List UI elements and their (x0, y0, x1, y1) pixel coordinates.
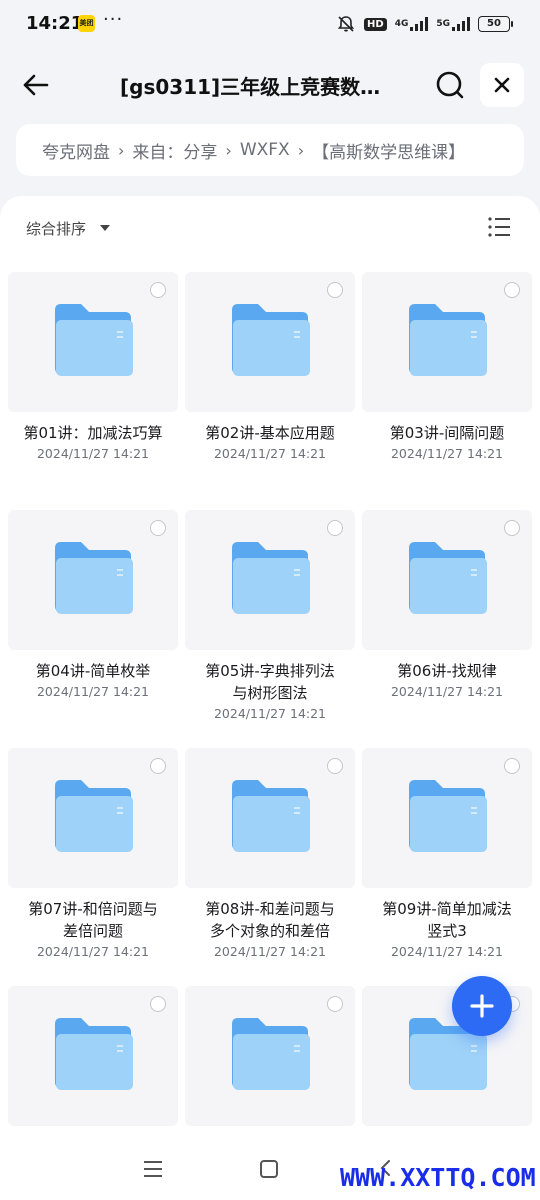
folder-date: 2024/11/27 14:21 (213, 706, 327, 721)
select-radio[interactable] (150, 758, 166, 774)
folder-card[interactable] (362, 510, 532, 650)
folder-name: 第01讲：加减法巧算 (23, 424, 163, 442)
folder-card[interactable] (185, 986, 355, 1126)
battery-icon: 50 (478, 16, 513, 32)
home-square-icon[interactable] (258, 1158, 280, 1180)
folder-card[interactable] (362, 748, 532, 888)
folder-date: 2024/11/27 14:21 (36, 446, 150, 461)
folder-name: 竖式3 (427, 922, 467, 940)
hd-voice-badge: HD (364, 17, 387, 31)
select-radio[interactable] (504, 758, 520, 774)
search-button[interactable] (430, 65, 470, 105)
folder-name: 与树形图法 (232, 684, 308, 702)
search-icon (436, 71, 464, 99)
recents-menu-icon[interactable] (140, 1158, 166, 1180)
folder-icon (232, 780, 310, 852)
list-view-button[interactable] (484, 214, 514, 240)
folder-name: 差倍问题 (62, 922, 123, 940)
folder-card[interactable] (185, 510, 355, 650)
add-button[interactable] (452, 976, 512, 1036)
folder-icon (55, 542, 133, 614)
status-bar: 14:21 美团 ··· HD 4G 5G 50 (0, 0, 540, 50)
chevron-right-icon: › (225, 140, 232, 160)
breadcrumb-item-share[interactable]: 来自：分享 (132, 138, 217, 163)
sort-dropdown[interactable]: 综合排序 (26, 218, 86, 239)
folder-date: 2024/11/27 14:21 (390, 944, 504, 959)
file-list-panel: 综合排序 第01讲：加减法巧算 2024/11/27 14:21 第02讲-基本应用… (0, 196, 540, 1200)
folder-name: 第02讲-基本应用题 (205, 424, 335, 442)
select-radio[interactable] (327, 520, 343, 536)
folder-name: 第04讲-简单枚举 (35, 662, 151, 680)
folder-icon (409, 304, 487, 376)
folder-date: 2024/11/27 14:21 (36, 684, 150, 699)
page-title: [gs0311]三年级上竞赛数… (120, 75, 381, 99)
folder-name: 第05讲-字典排列法 (205, 662, 335, 680)
select-radio[interactable] (504, 282, 520, 298)
folder-card[interactable] (8, 272, 178, 412)
select-radio[interactable] (150, 520, 166, 536)
select-radio[interactable] (327, 758, 343, 774)
sort-bar: 综合排序 (0, 196, 540, 258)
network-5g-label: 5G (436, 19, 450, 29)
breadcrumb-item-current[interactable]: 【高斯数学思维课】 (312, 138, 465, 163)
close-icon (494, 77, 510, 93)
top-bar: [gs0311]三年级上竞赛数… (0, 55, 540, 115)
chevron-right-icon: › (118, 140, 125, 160)
folder-date: 2024/11/27 14:21 (390, 446, 504, 461)
folder-card[interactable] (185, 748, 355, 888)
folder-icon (232, 304, 310, 376)
select-radio[interactable] (327, 282, 343, 298)
network-4g-label: 4G (394, 19, 409, 29)
status-time: 14:21 (26, 13, 84, 34)
silent-bell-icon (337, 16, 355, 32)
folder-name: 第09讲-简单加减法 (382, 900, 512, 918)
select-radio[interactable] (327, 996, 343, 1012)
folder-date: 2024/11/27 14:21 (36, 944, 150, 959)
folder-icon (232, 542, 310, 614)
signal-strength-icon (410, 17, 429, 31)
folder-name: 多个对象的和差倍 (209, 922, 330, 940)
arrow-left-icon (23, 74, 49, 96)
folder-name: 第06讲-找规律 (397, 662, 497, 680)
folder-icon (232, 1018, 310, 1090)
folder-name: 第03讲-间隔问题 (389, 424, 505, 442)
close-button[interactable] (480, 63, 524, 107)
chevron-right-icon: › (297, 140, 305, 160)
folder-date: 2024/11/27 14:21 (213, 944, 327, 959)
select-radio[interactable] (150, 996, 166, 1012)
folder-icon (409, 780, 487, 852)
signal-strength-icon (452, 17, 470, 31)
folder-icon (55, 1018, 133, 1090)
folder-name: 第07讲-和倍问题与 (28, 900, 158, 918)
folder-name: 第08讲-和差问题与 (205, 900, 335, 918)
folder-date: 2024/11/27 14:21 (213, 446, 327, 461)
caret-down-icon[interactable] (100, 225, 110, 231)
folder-icon (55, 304, 133, 376)
folder-card[interactable] (362, 272, 532, 412)
back-button[interactable] (16, 65, 56, 105)
folder-card[interactable] (8, 986, 178, 1126)
breadcrumb-item-wxfx[interactable]: WXFX (240, 140, 290, 160)
watermark-text: WWW.XXTTQ.COM (340, 1163, 536, 1192)
status-more-icon: ··· (103, 9, 124, 30)
status-indicators: HD 4G 5G 50 (336, 14, 513, 34)
select-radio[interactable] (150, 282, 166, 298)
select-radio[interactable] (504, 520, 520, 536)
folder-card[interactable] (8, 748, 178, 888)
folder-card[interactable] (8, 510, 178, 650)
breadcrumb-item-root[interactable]: 夸克网盘 (42, 138, 110, 163)
list-view-icon (488, 217, 510, 237)
folder-card[interactable] (185, 272, 355, 412)
breadcrumb: 夸克网盘 › 来自：分享 › WXFX › 【高斯数学思维课】 (16, 124, 524, 176)
folder-icon (55, 780, 133, 852)
folder-date: 2024/11/27 14:21 (390, 684, 504, 699)
plus-icon (470, 994, 494, 1018)
meituan-app-icon: 美团 (78, 15, 95, 32)
folder-icon (409, 542, 487, 614)
